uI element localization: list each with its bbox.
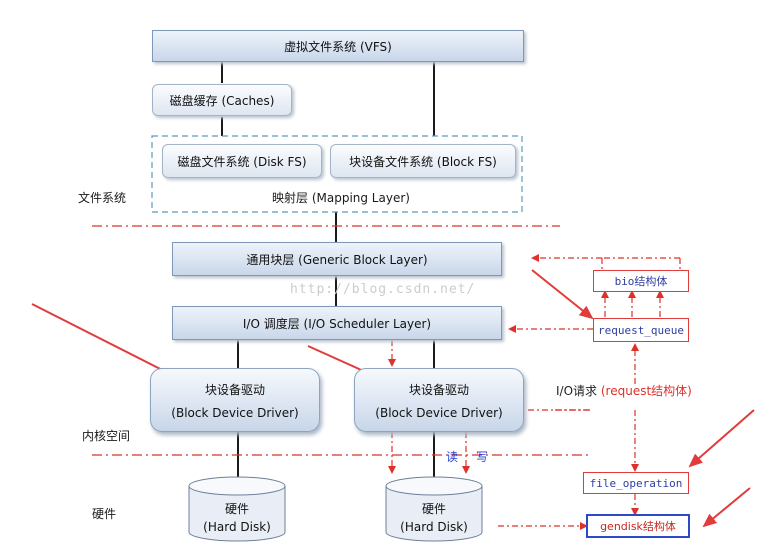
generic-block-layer: 通用块层 (Generic Block Layer) — [172, 242, 502, 276]
disk-1-title: 硬件 — [224, 502, 249, 516]
caches-box: 磁盘缓存 (Caches) — [152, 84, 292, 116]
watermark: http://blog.csdn.net/ — [290, 282, 476, 297]
block-device-driver-1: 块设备驱动 (Block Device Driver) — [150, 368, 320, 432]
hardware-side-label: 硬件 — [92, 507, 117, 521]
disk-2-subtitle: (Hard Disk) — [400, 520, 468, 534]
disk-fs-box: 磁盘文件系统 (Disk FS) — [162, 144, 322, 178]
block-device-driver-2: 块设备驱动 (Block Device Driver) — [354, 368, 524, 432]
io-request-label: I/O请求 (request结构体) — [556, 382, 692, 399]
kernel-side-label: 内核空间 — [82, 429, 131, 443]
disk-2-title: 硬件 — [421, 502, 446, 516]
filesystem-side-label: 文件系统 — [78, 191, 127, 205]
io-request-prefix: I/O请求 — [556, 384, 598, 398]
mapping-layer-label: 映射层 (Mapping Layer) — [272, 191, 410, 205]
block-fs-box: 块设备文件系统 (Block FS) — [330, 144, 516, 178]
write-label: 写 — [476, 450, 489, 464]
io-scheduler-layer: I/O 调度层 (I/O Scheduler Layer) — [172, 306, 502, 340]
read-label: 读 — [446, 450, 459, 464]
io-request-struct: (request结构体) — [600, 384, 692, 398]
gendisk-struct-box: gendisk结构体 — [586, 514, 690, 538]
bio-struct-box: bio结构体 — [593, 270, 689, 292]
driver-2-title: 块设备驱动 — [408, 382, 469, 397]
driver-1-subtitle: (Block Device Driver) — [171, 405, 299, 420]
driver-2-subtitle: (Block Device Driver) — [375, 405, 503, 420]
file-operation-box: file_operation — [583, 472, 689, 494]
disk-1-subtitle: (Hard Disk) — [203, 520, 271, 534]
vfs-layer: 虚拟文件系统 (VFS) — [152, 30, 524, 62]
request-queue-box: request_queue — [593, 318, 689, 342]
driver-1-title: 块设备驱动 — [204, 382, 265, 397]
